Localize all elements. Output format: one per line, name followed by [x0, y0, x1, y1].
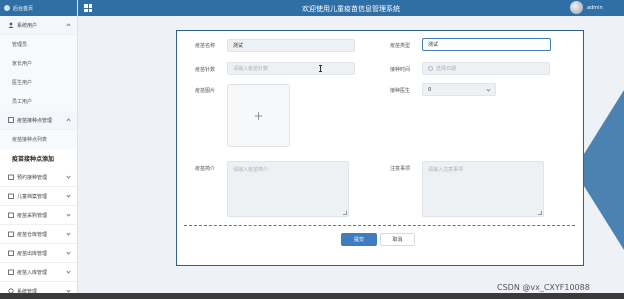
menu-group-appointments[interactable]: 预约接种管理	[0, 168, 77, 187]
sidebar-item-parent-users[interactable]: 家长用户	[0, 54, 77, 73]
sidebar-item-doctor-users[interactable]: 医生用户	[0, 73, 77, 92]
bottom-strip	[0, 293, 624, 299]
chevron-down-icon	[66, 250, 71, 255]
vaccine-type-label: 疫苗类型	[390, 43, 411, 49]
intro-label: 疫苗简介	[195, 166, 216, 172]
cancel-button[interactable]: 取消	[380, 233, 415, 246]
watermark: CSDN @vx_CXYF10088	[497, 283, 590, 292]
menu-group-vaccination-points[interactable]: 疫苗接种点管理	[0, 111, 77, 130]
chevron-down-icon	[66, 288, 71, 293]
intro-textarea[interactable]: 请输入疫苗简介	[227, 161, 349, 217]
plus-icon: +	[253, 108, 264, 123]
form-divider	[184, 225, 575, 226]
clock-icon	[428, 66, 433, 71]
vaccine-dose-label: 疫苗针数	[195, 67, 216, 73]
warehouse-icon	[8, 231, 14, 237]
chevron-down-icon	[66, 174, 71, 179]
sidebar-item-staff-users[interactable]: 员工用户	[0, 92, 77, 111]
home-icon	[4, 5, 10, 11]
chevron-down-icon	[66, 193, 71, 198]
user-name[interactable]: admin	[587, 5, 603, 11]
outbound-icon	[8, 250, 14, 256]
notes-label: 注意事项	[390, 166, 411, 172]
vaccination-time-label: 接种时间	[390, 67, 411, 73]
vaccine-image-label: 疫苗图片	[195, 88, 216, 94]
resize-handle-icon[interactable]	[343, 211, 347, 215]
sidebar-item-admin[interactable]: 管理员	[0, 35, 77, 54]
sidebar-item-point-list[interactable]: 疫苗接种点列表	[0, 130, 77, 149]
chevron-down-icon	[66, 231, 71, 236]
cart-icon	[8, 212, 14, 218]
chevron-up-icon	[66, 23, 71, 28]
doctor-label: 接种医生	[390, 88, 411, 94]
chevron-up-icon	[66, 118, 71, 123]
vaccine-name-label: 疫苗名称	[195, 43, 216, 49]
app-title: 欢迎使用儿童疫苗信息管理系统	[302, 5, 400, 13]
sidebar-item-point-add[interactable]: 疫苗接种点添加	[0, 149, 77, 168]
menu-group-outbound[interactable]: 疫苗出库管理	[0, 244, 77, 263]
vaccine-form-panel: 疫苗名称 测试 疫苗类型 测试 疫苗针数 请输入疫苗针数 接种时间 选择日期 疫…	[176, 30, 584, 266]
doctor-select[interactable]: 0	[422, 83, 496, 96]
top-bar: 欢迎使用儿童疫苗信息管理系统 admin	[78, 0, 624, 16]
menu-group-system-users[interactable]: 系统用户	[0, 16, 77, 35]
avatar[interactable]	[570, 1, 583, 14]
sidebar: 后台首页 系统用户 管理员 家长用户 医生用户 员工用户 疫苗接种点管理 疫苗接…	[0, 0, 78, 299]
list-icon	[8, 117, 14, 123]
folder-icon	[8, 193, 14, 199]
submit-button[interactable]: 提交	[341, 233, 377, 246]
chevron-down-icon	[66, 212, 71, 217]
sidebar-home[interactable]: 后台首页	[0, 0, 77, 16]
menu-group-inbound[interactable]: 疫苗入库管理	[0, 263, 77, 282]
resize-handle-icon[interactable]	[538, 211, 542, 215]
menu-group-warehouse[interactable]: 疫苗仓库管理	[0, 225, 77, 244]
chevron-down-icon	[486, 87, 491, 92]
vaccination-time-picker[interactable]: 选择日期	[422, 62, 550, 75]
chevron-down-icon	[66, 269, 71, 274]
menu-group-child-records[interactable]: 儿童档案管理	[0, 187, 77, 206]
menu-group-purchasing[interactable]: 疫苗采购管理	[0, 206, 77, 225]
notes-textarea[interactable]: 请输入注意事项	[422, 161, 544, 217]
vaccine-name-input[interactable]: 测试	[227, 39, 355, 52]
text-cursor-icon	[319, 65, 322, 72]
vaccine-dose-input[interactable]: 请输入疫苗针数	[227, 62, 355, 75]
user-icon	[8, 22, 14, 28]
inbound-icon	[8, 269, 14, 275]
image-upload-area[interactable]: +	[227, 84, 290, 147]
calendar-icon	[8, 174, 14, 180]
vaccine-type-input[interactable]: 测试	[422, 38, 551, 51]
